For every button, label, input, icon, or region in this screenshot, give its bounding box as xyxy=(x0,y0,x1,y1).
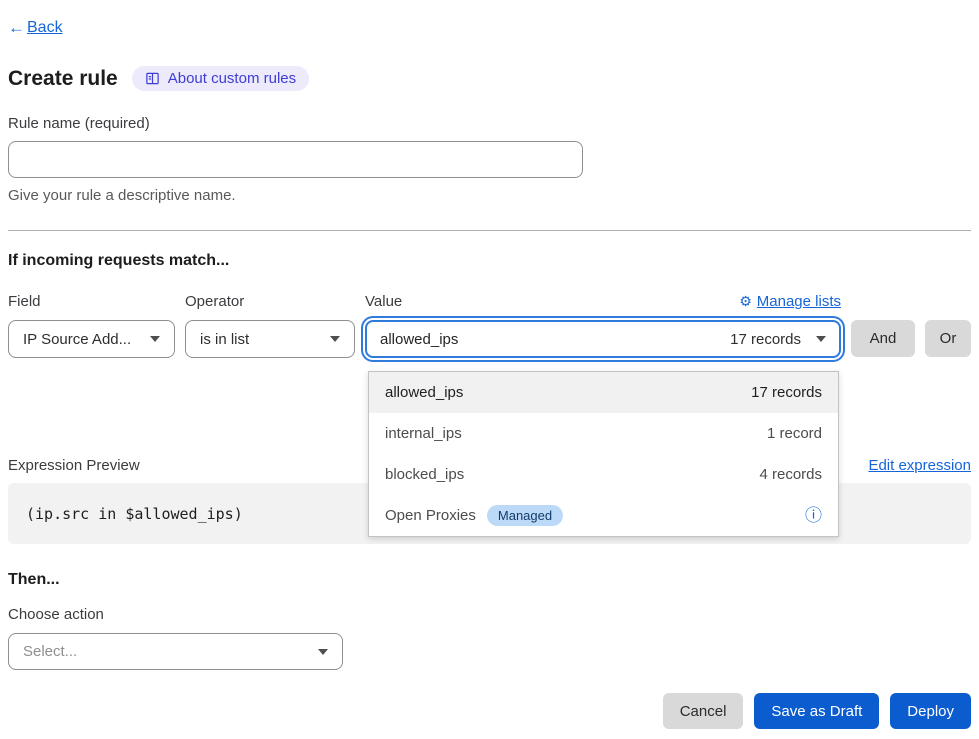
or-button[interactable]: Or xyxy=(925,320,971,357)
condition-labels-row: Field Operator Value ⚙ Manage lists xyxy=(8,293,971,310)
field-select-value: IP Source Add... xyxy=(23,331,131,348)
about-custom-rules-link[interactable]: About custom rules xyxy=(132,66,309,91)
info-icon[interactable]: ⓘ xyxy=(805,507,822,524)
cancel-button[interactable]: Cancel xyxy=(663,693,744,729)
create-rule-page: ←Back Create rule About custom rules Rul… xyxy=(0,0,979,739)
list-name: internal_ips xyxy=(385,425,462,442)
condition-selects-row: IP Source Add... is in list allowed_ips … xyxy=(8,320,971,358)
list-record-count: 1 record xyxy=(767,425,822,442)
rule-name-input[interactable] xyxy=(8,141,583,178)
deploy-button[interactable]: Deploy xyxy=(890,693,971,729)
edit-expression-link[interactable]: Edit expression xyxy=(868,457,971,474)
and-button[interactable]: And xyxy=(851,320,915,357)
dropdown-item-allowed-ips[interactable]: allowed_ips 17 records xyxy=(369,372,838,413)
value-select[interactable]: allowed_ips 17 records xyxy=(365,320,841,358)
footer-actions: Cancel Save as Draft Deploy xyxy=(8,693,971,729)
chevron-down-icon xyxy=(816,336,826,342)
value-label: Value xyxy=(365,293,402,310)
operator-label: Operator xyxy=(185,293,355,310)
list-name: allowed_ips xyxy=(385,384,463,401)
list-record-count: 17 records xyxy=(751,384,822,401)
book-icon xyxy=(145,71,160,86)
match-section-heading: If incoming requests match... xyxy=(8,252,971,270)
arrow-left-icon: ← xyxy=(8,18,25,38)
action-select-placeholder: Select... xyxy=(23,643,77,660)
value-select-value: allowed_ips xyxy=(380,331,458,348)
managed-badge: Managed xyxy=(487,505,563,526)
field-label: Field xyxy=(8,293,175,310)
chevron-down-icon xyxy=(330,336,340,342)
field-select[interactable]: IP Source Add... xyxy=(8,320,175,358)
title-row: Create rule About custom rules xyxy=(8,66,971,91)
list-record-count: 4 records xyxy=(759,466,822,483)
expression-code: (ip.src in $allowed_ips) xyxy=(26,505,243,523)
gear-icon: ⚙ xyxy=(739,293,752,310)
chevron-down-icon xyxy=(318,649,328,655)
about-custom-rules-label: About custom rules xyxy=(168,70,296,87)
list-name: blocked_ips xyxy=(385,466,464,483)
value-select-wrap: allowed_ips 17 records allowed_ips 17 re… xyxy=(365,320,841,358)
choose-action-label: Choose action xyxy=(8,606,971,623)
save-as-draft-button[interactable]: Save as Draft xyxy=(754,693,879,729)
page-title: Create rule xyxy=(8,67,118,91)
rule-name-helper: Give your rule a descriptive name. xyxy=(8,187,971,204)
action-select[interactable]: Select... xyxy=(8,633,343,670)
section-divider xyxy=(8,230,971,231)
expression-preview-label: Expression Preview xyxy=(8,457,140,474)
manage-lists-link[interactable]: ⚙ Manage lists xyxy=(739,293,841,310)
list-dropdown: allowed_ips 17 records internal_ips 1 re… xyxy=(368,371,839,537)
operator-select-value: is in list xyxy=(200,331,249,348)
manage-lists-label: Manage lists xyxy=(757,293,841,310)
chevron-down-icon xyxy=(150,336,160,342)
back-link-label: Back xyxy=(27,19,63,37)
dropdown-item-blocked-ips[interactable]: blocked_ips 4 records xyxy=(369,454,838,495)
dropdown-item-internal-ips[interactable]: internal_ips 1 record xyxy=(369,413,838,454)
value-select-record-count: 17 records xyxy=(730,331,801,348)
back-link[interactable]: ←Back xyxy=(8,18,63,38)
operator-select[interactable]: is in list xyxy=(185,320,355,358)
list-name: Open Proxies xyxy=(385,507,476,524)
then-section-heading: Then... xyxy=(8,571,971,589)
dropdown-item-open-proxies[interactable]: Open Proxies Managed ⓘ xyxy=(369,495,838,536)
rule-name-label: Rule name (required) xyxy=(8,115,971,132)
